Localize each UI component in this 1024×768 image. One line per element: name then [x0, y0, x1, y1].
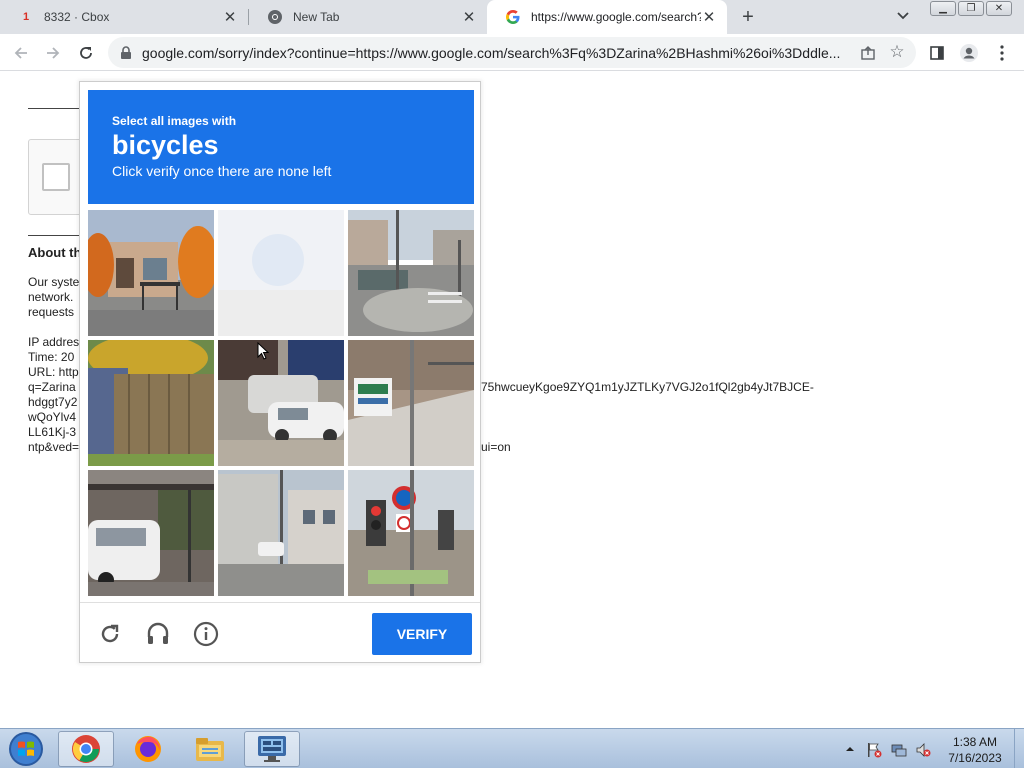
- recaptcha-challenge-dialog: Select all images with bicycles Click ve…: [79, 81, 481, 663]
- image-tile-signboard-wall[interactable]: [348, 340, 474, 466]
- start-button[interactable]: [6, 731, 46, 767]
- bookmark-star-icon[interactable]: ☆: [888, 42, 906, 61]
- address-bar[interactable]: google.com/sorry/index?continue=https://…: [108, 37, 916, 68]
- target-object: bicycles: [112, 130, 219, 160]
- url-line: LL61Kj-3: [28, 425, 77, 439]
- ip-address-label: IP addres: [28, 335, 80, 349]
- tab-google-search[interactable]: https://www.google.com/search? ✕: [487, 0, 727, 34]
- volume-muted-icon[interactable]: [915, 742, 931, 758]
- forward-arrow-icon: [47, 47, 60, 59]
- challenge-footer: VERIFY: [80, 602, 480, 663]
- image-grid: [88, 210, 474, 596]
- clock-date: 7/16/2023: [948, 751, 1002, 765]
- close-window-button[interactable]: ✕: [986, 1, 1012, 16]
- chrome-icon: [72, 735, 100, 763]
- challenge-header: Select all images with bicycles Click ve…: [88, 90, 474, 204]
- windows-logo-icon: [9, 732, 43, 766]
- image-tile-faded[interactable]: [218, 210, 344, 336]
- taskbar-network-monitor[interactable]: [244, 731, 300, 767]
- url-line: wQoYlv4: [28, 410, 77, 424]
- side-panel-icon[interactable]: [926, 42, 948, 64]
- url-continuation: ui=on: [481, 440, 511, 454]
- info-icon[interactable]: [193, 621, 219, 647]
- taskbar-chrome[interactable]: [58, 731, 114, 767]
- back-arrow-icon: [14, 47, 27, 59]
- close-icon[interactable]: ✕: [701, 9, 717, 26]
- url-line: ntp&ved=: [28, 440, 80, 454]
- url-line: hdggt7y2: [28, 395, 78, 409]
- url-continuation: 75hwcueyKgoe9ZYQ1m1yJZTLKy7VGJ2o1fQl2gb4…: [481, 380, 814, 394]
- page-text-line: network.: [28, 290, 74, 304]
- forward-button[interactable]: [42, 42, 64, 64]
- mouse-cursor-icon: [257, 341, 270, 360]
- tab-title: New Tab: [293, 10, 340, 24]
- headphones-audio-icon[interactable]: [145, 621, 171, 647]
- instruction-subtext: Click verify once there are none left: [112, 163, 332, 179]
- chrome-icon: [267, 9, 283, 25]
- show-desktop-button[interactable]: [1014, 729, 1024, 768]
- system-clock[interactable]: 1:38 AM 7/16/2023: [940, 734, 1010, 766]
- reload-button[interactable]: [75, 42, 97, 64]
- google-icon: [505, 9, 521, 25]
- page-text-line: Our syste: [28, 275, 80, 289]
- tab-title: 8332 · Cbox: [44, 10, 110, 24]
- instruction-text: Select all images with: [112, 114, 237, 128]
- about-heading: About th: [28, 245, 82, 260]
- taskbar-explorer[interactable]: [182, 731, 238, 767]
- image-tile-covered-parking[interactable]: [88, 470, 214, 596]
- lock-icon[interactable]: [120, 45, 134, 60]
- page-text-line: requests: [28, 305, 75, 319]
- new-tab-button[interactable]: +: [738, 6, 758, 28]
- share-icon[interactable]: [860, 45, 876, 61]
- verify-button[interactable]: VERIFY: [372, 613, 472, 655]
- menu-kebab-icon[interactable]: [991, 42, 1013, 64]
- back-button[interactable]: [10, 42, 32, 64]
- taskbar-firefox[interactable]: [120, 731, 176, 767]
- time-label: Time: 20: [28, 350, 75, 364]
- clock-time: 1:38 AM: [952, 735, 998, 749]
- image-tile-parked-cars[interactable]: [218, 340, 344, 466]
- explorer-icon: [196, 738, 224, 761]
- maximize-button[interactable]: ❐: [958, 1, 984, 16]
- profile-avatar-icon[interactable]: [958, 42, 980, 64]
- url-line: q=Zarina: [28, 380, 76, 394]
- tab-cbox[interactable]: 1 8332 · Cbox ✕: [0, 0, 248, 34]
- minimize-button[interactable]: ▁: [930, 1, 956, 16]
- image-tile-residential-street[interactable]: [218, 470, 344, 596]
- action-center-flag-icon[interactable]: [866, 742, 882, 758]
- image-tile-wooden-fence[interactable]: [88, 340, 214, 466]
- firefox-icon: [135, 736, 161, 762]
- url-text[interactable]: google.com/sorry/index?continue=https://…: [142, 45, 842, 61]
- url-label: URL: http: [28, 365, 79, 379]
- tab-new-tab[interactable]: New Tab ✕: [249, 0, 487, 34]
- network-monitor-icon: [258, 736, 286, 762]
- tab-strip: 1 8332 · Cbox ✕ New Tab ✕ https://www.go…: [0, 0, 1024, 34]
- browser-toolbar: google.com/sorry/index?continue=https://…: [0, 34, 1024, 71]
- image-tile-street-corner[interactable]: [348, 210, 474, 336]
- reload-challenge-icon[interactable]: [97, 621, 123, 647]
- network-tray-icon[interactable]: [891, 742, 907, 758]
- image-tile-storefront[interactable]: [88, 210, 214, 336]
- tab-search-chevron-icon[interactable]: [896, 9, 914, 25]
- window-controls: ▁ ❐ ✕: [928, 1, 1012, 16]
- windows-taskbar: 1:38 AM 7/16/2023: [0, 728, 1024, 768]
- recaptcha-checkbox[interactable]: [42, 163, 70, 191]
- tab-title: https://www.google.com/search?: [531, 10, 701, 24]
- image-tile-traffic-light[interactable]: [348, 470, 474, 596]
- close-icon[interactable]: ✕: [222, 9, 238, 26]
- show-hidden-icons-icon[interactable]: [844, 742, 860, 758]
- reload-icon: [80, 47, 92, 59]
- close-icon[interactable]: ✕: [461, 9, 477, 26]
- cbox-icon: 1: [22, 11, 30, 23]
